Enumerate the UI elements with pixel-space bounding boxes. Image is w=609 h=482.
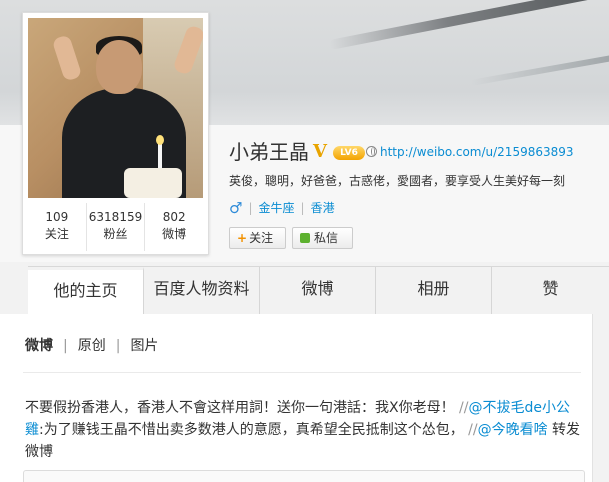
level-badge[interactable]: LV6 [333, 146, 365, 160]
filter-all-weibo[interactable]: 微博 [25, 336, 53, 356]
profile-meta: ♂ | 金牛座 | 香港 [229, 199, 335, 217]
cover-decoration [329, 0, 609, 50]
location-link[interactable]: 香港 [311, 199, 335, 217]
profile-tabs: 他的主页 百度人物资料 微博 相册 赞 [28, 266, 609, 314]
mention-link[interactable]: @今晚看啥 [478, 422, 548, 438]
stat-label: 微博 [162, 227, 187, 241]
stat-following[interactable]: 109 关注 [28, 203, 87, 251]
message-button[interactable]: 私信 [292, 227, 353, 249]
separator: | [248, 201, 253, 215]
verified-icon[interactable]: V [313, 143, 333, 161]
post-text-segment: 不要假扮香港人，香港人不會这样用詞！送你一句港話：我X你老母！ [25, 400, 455, 416]
profile-bio: 英俊，聰明，好爸爸，古惑佬，愛國者，要享受人生美好每一刻 [229, 174, 566, 188]
filter-pictures[interactable]: 图片 [130, 336, 158, 356]
divider [23, 372, 581, 373]
profile-name: 小弟王晶 [229, 140, 309, 164]
separator: | [115, 338, 121, 354]
stat-value: 109 [45, 210, 69, 224]
separator: | [63, 338, 68, 354]
tab-likes[interactable]: 赞 [492, 267, 609, 314]
stat-label: 粉丝 [103, 227, 128, 241]
repost-container [23, 470, 585, 482]
avatar[interactable] [28, 18, 203, 198]
right-sidebar [592, 314, 609, 482]
filter-original[interactable]: 原创 [78, 336, 106, 356]
male-icon: ♂ [229, 199, 243, 217]
stat-followers[interactable]: 6318159 粉丝 [87, 203, 146, 251]
plus-icon: + [237, 231, 248, 245]
tab-album[interactable]: 相册 [376, 267, 492, 314]
globe-icon [366, 146, 377, 157]
avatar-card: 109 关注 6318159 粉丝 802 微博 [22, 12, 209, 255]
repost-separator: // [468, 422, 478, 438]
feed-filter: 微博 | 原创 | 图片 [25, 336, 158, 356]
stat-value: 802 [162, 210, 186, 224]
message-button-label: 私信 [314, 231, 339, 245]
separator: | [300, 201, 305, 215]
stat-posts[interactable]: 802 微博 [145, 203, 203, 251]
stat-label: 关注 [44, 227, 69, 241]
tab-baidu-profile[interactable]: 百度人物资料 [144, 267, 260, 314]
tab-weibo[interactable]: 微博 [260, 267, 376, 314]
zodiac-link[interactable]: 金牛座 [259, 199, 295, 217]
post-text: 不要假扮香港人，香港人不會这样用詞！送你一句港話：我X你老母！ //@不拔毛de… [25, 397, 583, 463]
profile-url-link[interactable]: http://weibo.com/u/2159863893 [380, 144, 574, 160]
post-text-segment: :为了赚钱王晶不惜出卖多数港人的意愿，真希望全民抵制这个怂包， [39, 422, 464, 438]
follow-button[interactable]: + 关注 [229, 227, 286, 249]
message-icon [300, 233, 310, 243]
tab-home[interactable]: 他的主页 [28, 267, 144, 314]
follow-button-label: 关注 [249, 231, 274, 245]
stats-bar: 109 关注 6318159 粉丝 802 微博 [28, 203, 203, 251]
stat-value: 6318159 [88, 210, 143, 224]
cover-decoration [470, 52, 609, 86]
